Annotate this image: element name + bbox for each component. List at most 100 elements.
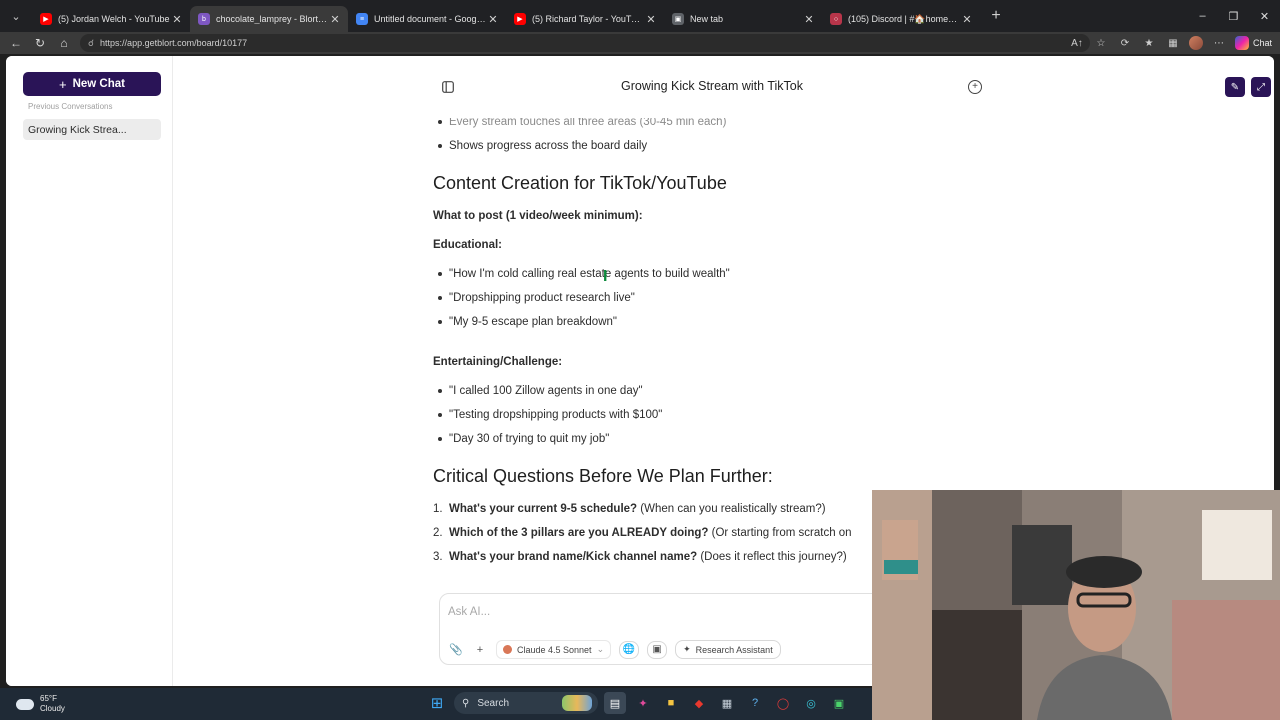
discord-icon: ○ <box>830 13 842 25</box>
globe-icon[interactable]: 🌐 <box>619 640 640 659</box>
tab-jordan-welch[interactable]: ▶ (5) Jordan Welch - YouTube ✕ <box>32 6 190 32</box>
youtube-icon: ▶ <box>514 13 526 25</box>
list-item: "Testing dropshipping products with $100… <box>433 407 953 431</box>
plus-icon: + <box>59 76 67 92</box>
browser-tab-bar: ⌄ ▶ (5) Jordan Welch - YouTube ✕ b choco… <box>0 0 1280 32</box>
search-icon: ⚲ <box>462 697 470 709</box>
windows-start-icon[interactable]: ⊞ <box>426 692 448 714</box>
window-controls: – ❐ ✕ <box>1187 0 1280 32</box>
edit-pen-icon[interactable]: ✎ <box>1225 77 1245 97</box>
plus-icon[interactable]: + <box>472 644 488 656</box>
red-app-icon[interactable]: ◆ <box>688 692 710 714</box>
question-bold: What's your brand name/Kick channel name… <box>449 551 698 563</box>
search-label: Search <box>477 697 510 709</box>
sparkle-icon: ✦ <box>683 644 691 654</box>
question-bold: What's your current 9-5 schedule? <box>449 503 638 515</box>
model-selector[interactable]: Claude 4.5 Sonnet ⌄ <box>496 640 612 659</box>
read-aloud-icon[interactable]: A↑ <box>1069 38 1085 49</box>
new-tab-plus-icon[interactable]: + <box>984 7 1008 25</box>
tab-title: New tab <box>690 14 724 24</box>
youtube-icon: ▶ <box>40 13 52 25</box>
educational-label: Educational: <box>433 239 503 251</box>
expand-arrows-icon[interactable]: ⤢ <box>1251 77 1271 97</box>
sidebar-toggle-icon[interactable] <box>441 80 455 93</box>
copilot-chat-button[interactable]: Chat <box>1234 36 1272 50</box>
tab-list-chevron-icon[interactable]: ⌄ <box>0 0 32 32</box>
close-tab-icon[interactable]: ✕ <box>802 13 816 26</box>
close-window-icon[interactable]: ✕ <box>1249 0 1280 32</box>
favorite-star-icon[interactable]: ☆ <box>1093 38 1109 49</box>
tab-discord[interactable]: ○ (105) Discord | #🏠homepage | H ✕ <box>822 6 980 32</box>
question-detail: (Does it reflect this journey?) <box>697 551 847 563</box>
profile-avatar[interactable] <box>1188 36 1203 50</box>
ask-ai-input[interactable]: Ask AI... <box>448 606 490 618</box>
close-tab-icon[interactable]: ✕ <box>644 13 658 26</box>
copilot-label: Chat <box>1252 38 1272 48</box>
question-bold: Which of the 3 pillars are you ALREADY d… <box>449 527 709 539</box>
taskbar-apps: ⊞ ⚲ Search ▤ ✦ ■ ◆ ▦ ? ◯ ◎ ▣ <box>426 692 850 714</box>
claude-icon <box>503 645 512 654</box>
minimize-icon[interactable]: – <box>1187 0 1218 32</box>
attach-paperclip-icon[interactable]: 📎 <box>448 643 464 656</box>
close-tab-icon[interactable]: ✕ <box>486 13 500 26</box>
browser-right-tools: A↑ ☆ ⟳ ★ ▦ ⋯ Chat <box>1069 32 1272 54</box>
new-chat-button[interactable]: + New Chat <box>23 72 161 96</box>
text-cursor-icon: I <box>603 268 608 285</box>
new-chat-label: New Chat <box>72 78 125 90</box>
research-label: Research Assistant <box>695 644 773 655</box>
task-view-icon[interactable]: ▤ <box>604 692 626 714</box>
cloud-icon <box>16 698 34 710</box>
chat-title: Growing Kick Stream with TikTok <box>621 79 803 93</box>
edge-browser-icon[interactable]: ◎ <box>800 692 822 714</box>
what-to-post-label: What to post (1 video/week minimum): <box>433 210 643 222</box>
previous-conversations-label: Previous Conversations <box>28 102 113 111</box>
tab-richard-taylor[interactable]: ▶ (5) Richard Taylor - YouTube ✕ <box>506 6 664 32</box>
reload-icon[interactable]: ↻ <box>28 32 52 54</box>
shield-app-icon[interactable]: ◯ <box>772 692 794 714</box>
entertaining-label: Entertaining/Challenge: <box>433 356 563 368</box>
list-item: "Dropshipping product research live" <box>433 290 953 314</box>
favorites-icon[interactable]: ★ <box>1141 38 1157 49</box>
newtab-icon: ▣ <box>672 13 684 25</box>
weather-condition: Cloudy <box>40 704 65 713</box>
webcam-overlay <box>872 490 1280 720</box>
site-info-icon[interactable]: ☌ <box>88 38 94 49</box>
research-assistant-button[interactable]: ✦ Research Assistant <box>675 640 781 659</box>
add-circle-icon[interactable]: + <box>968 80 982 94</box>
back-arrow-icon[interactable]: ← <box>4 32 28 54</box>
conversation-item[interactable]: Growing Kick Strea... <box>23 119 161 140</box>
chat-composer[interactable]: Ask AI... 📎 + Claude 4.5 Sonnet ⌄ 🌐 ▣ ✦ … <box>439 593 899 665</box>
green-app-icon[interactable]: ▣ <box>828 692 850 714</box>
tab-new-tab[interactable]: ▣ New tab ✕ <box>664 6 822 32</box>
taskbar-search[interactable]: ⚲ Search <box>454 692 598 714</box>
model-label: Claude 4.5 Sonnet <box>517 644 592 655</box>
more-menu-icon[interactable]: ⋯ <box>1211 38 1227 49</box>
restore-icon[interactable]: ❐ <box>1218 0 1249 32</box>
docs-icon: ≡ <box>356 13 368 25</box>
address-bar[interactable]: ☌ https://app.getblort.com/board/10177 <box>80 34 1090 52</box>
copilot-app-icon[interactable]: ✦ <box>632 692 654 714</box>
chat-header: Growing Kick Stream with TikTok + ✎ ⤢ <box>174 56 1274 118</box>
list-item: "My 9-5 escape plan breakdown" <box>433 314 953 338</box>
home-icon[interactable]: ⌂ <box>52 32 76 54</box>
tab-title: (5) Jordan Welch - YouTube <box>58 14 170 24</box>
close-tab-icon[interactable]: ✕ <box>328 13 342 26</box>
collections-icon[interactable]: ▦ <box>1165 38 1181 49</box>
list-item: "Day 30 of trying to quit my job" <box>433 431 953 455</box>
temperature: 65°F <box>40 694 57 703</box>
section-heading: Critical Questions Before We Plan Furthe… <box>433 466 773 486</box>
tab-title: (105) Discord | #🏠homepage | H <box>848 13 960 24</box>
close-tab-icon[interactable]: ✕ <box>170 13 184 26</box>
store-icon[interactable]: ▦ <box>716 692 738 714</box>
weather-widget[interactable]: 65°F Cloudy <box>16 694 65 714</box>
help-icon[interactable]: ? <box>744 692 766 714</box>
tab-google-docs[interactable]: ≡ Untitled document - Google Docs ✕ <box>348 6 506 32</box>
close-tab-icon[interactable]: ✕ <box>960 13 974 26</box>
tab-blort-ai[interactable]: b chocolate_lamprey - Blort AI ✕ <box>190 6 348 32</box>
list-number: 2. <box>433 527 443 539</box>
search-highlight-icon <box>562 695 592 711</box>
file-explorer-icon[interactable]: ■ <box>660 692 682 714</box>
image-icon[interactable]: ▣ <box>647 640 668 659</box>
refresh-extension-icon[interactable]: ⟳ <box>1117 38 1133 49</box>
list-number: 3. <box>433 551 443 563</box>
